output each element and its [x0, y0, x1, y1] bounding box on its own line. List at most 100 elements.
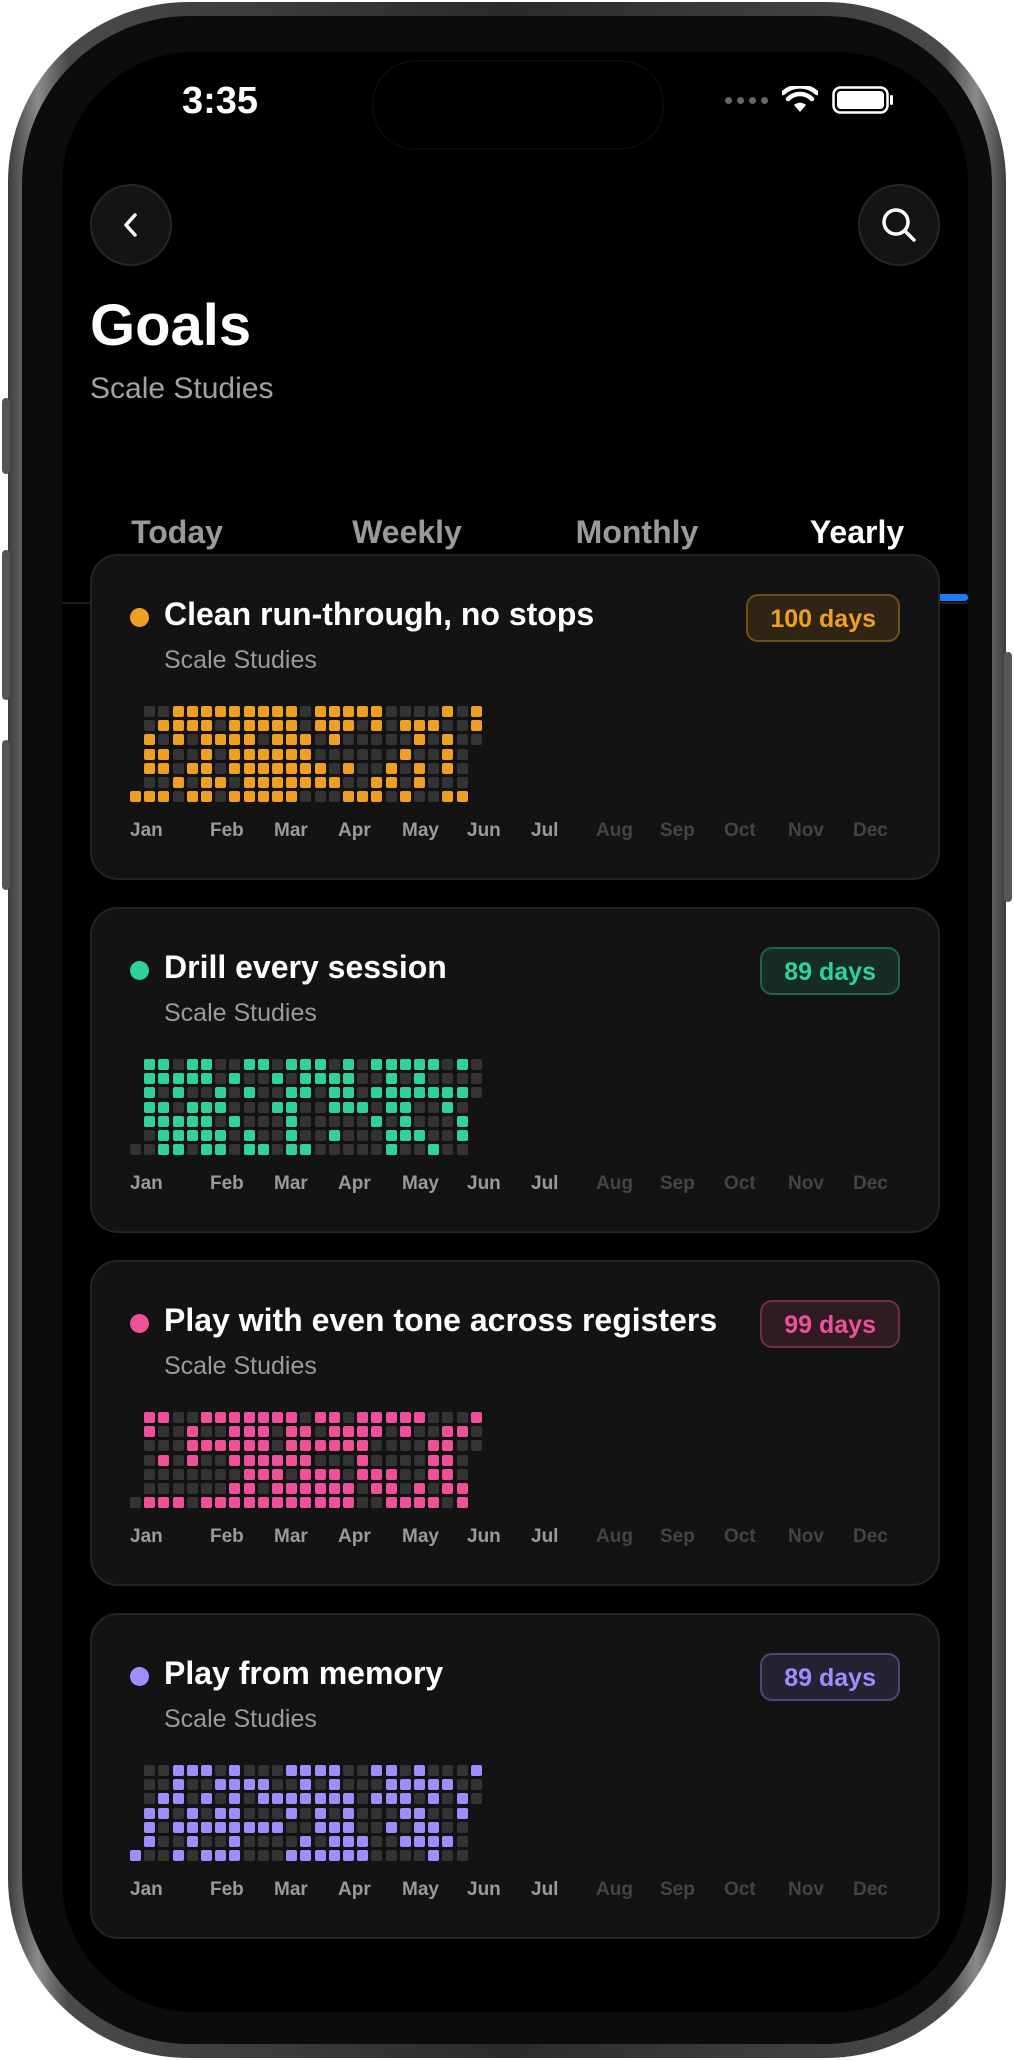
heatmap-day-cell [428, 1144, 440, 1156]
volume-up-button [2, 550, 10, 700]
heatmap-day-cell [385, 1059, 397, 1070]
month-label: Mar [274, 1173, 308, 1194]
goal-title: Clean run-through, no stops [164, 596, 595, 632]
heatmap-day-cell [357, 1059, 369, 1070]
heatmap-day-cell [470, 1440, 482, 1452]
heatmap-day-cell [314, 706, 326, 717]
heatmap-day-cell [343, 748, 354, 760]
heatmap-day-cell [314, 762, 326, 774]
cellular-signal-icon [725, 96, 768, 104]
heatmap-day-cell [414, 1454, 425, 1466]
heatmap-day-cell [243, 1130, 255, 1141]
month-label: Dec [853, 1526, 888, 1547]
month-label: Feb [210, 1173, 244, 1194]
streak-badge: 100 days [746, 594, 900, 642]
heatmap-day-cell [414, 1821, 425, 1833]
heatmap-day-cell [201, 748, 212, 760]
heatmap-day-cell [442, 1468, 454, 1480]
heatmap-day-cell [186, 706, 198, 717]
heatmap-day-cell [300, 1073, 312, 1085]
heatmap-day-cell [414, 748, 425, 760]
heatmap-day-cell [399, 1073, 411, 1085]
heatmap-day-cell [286, 1765, 298, 1776]
heatmap-day-cell [314, 1412, 326, 1423]
heatmap-day-cell [186, 1059, 198, 1070]
tab-yearly[interactable]: Yearly [746, 514, 968, 551]
heatmap-day-cell [300, 1059, 312, 1070]
month-label: Oct [724, 820, 756, 841]
heatmap-day-cell [371, 1412, 383, 1423]
heatmap-day-cell [442, 1483, 454, 1494]
back-button[interactable] [90, 184, 172, 266]
heatmap-day-cell [172, 1483, 184, 1494]
heatmap-day-cell [442, 1765, 454, 1776]
heatmap-day-cell [201, 1412, 212, 1423]
heatmap-day-cell [201, 1144, 212, 1156]
month-label: Jul [531, 820, 559, 841]
heatmap-day-cell [442, 1059, 454, 1070]
month-label: Dec [853, 1879, 888, 1900]
heatmap-day-cell [357, 734, 369, 746]
heatmap-day-cell [456, 1073, 468, 1085]
heatmap-day-cell [314, 1821, 326, 1833]
heatmap-day-cell [300, 762, 312, 774]
heatmap-day-cell [201, 1793, 212, 1805]
goal-card[interactable]: Play with even tone across registers Scal… [90, 1260, 940, 1586]
heatmap-day-cell [314, 1440, 326, 1452]
heatmap-day-cell [428, 777, 440, 788]
tab-today[interactable]: Today [62, 514, 292, 551]
heatmap-day-cell [328, 1779, 340, 1791]
heatmap-day-cell [456, 1483, 468, 1494]
heatmap-day-cell [286, 1454, 298, 1466]
month-label: Apr [338, 820, 371, 841]
heatmap-day-cell [158, 1793, 170, 1805]
heatmap-day-cell [456, 1426, 468, 1438]
heatmap-day-cell [357, 1483, 369, 1494]
search-button[interactable] [858, 184, 940, 266]
heatmap-day-cell [343, 777, 354, 788]
goal-color-dot [130, 961, 149, 980]
heatmap-day-cell [314, 1073, 326, 1085]
heatmap-day-cell [442, 1850, 454, 1862]
heatmap-day-cell [428, 1765, 440, 1776]
goal-card[interactable]: Drill every session Scale Studies 89 days J… [90, 907, 940, 1233]
tab-weekly[interactable]: Weekly [292, 514, 522, 551]
heatmap-day-cell [172, 1412, 184, 1423]
heatmap-day-cell [272, 1793, 283, 1805]
heatmap-day-cell [414, 1087, 425, 1099]
month-label: Jan [130, 820, 163, 841]
heatmap-day-cell [357, 1793, 369, 1805]
heatmap-day-cell [314, 1059, 326, 1070]
month-label: Jun [467, 1879, 501, 1900]
heatmap-day-cell [243, 791, 255, 803]
heatmap-day-cell [286, 1130, 298, 1141]
heatmap-day-cell [442, 706, 454, 717]
heatmap-day-cell [371, 1779, 383, 1791]
heatmap-day-cell [172, 1765, 184, 1776]
heatmap-day-cell [201, 1807, 212, 1819]
goal-card[interactable]: Clean run-through, no stops Scale Studies… [90, 554, 940, 880]
heatmap-day-cell [257, 1836, 269, 1847]
heatmap-day-cell [414, 1059, 425, 1070]
heatmap-day-cell [456, 1497, 468, 1509]
heatmap-day-cell [442, 1807, 454, 1819]
tab-monthly[interactable]: Monthly [522, 514, 752, 551]
heatmap-day-cell [428, 1087, 440, 1099]
heatmap-day-cell [314, 1765, 326, 1776]
heatmap-day-cell [442, 748, 454, 760]
heatmap-day-cell [286, 1836, 298, 1847]
heatmap-day-cell [357, 777, 369, 788]
heatmap-day-cell [428, 1454, 440, 1466]
heatmap-day-cell [215, 1836, 227, 1847]
heatmap-day-cell [470, 720, 482, 732]
goal-card[interactable]: Play from memory Scale Studies 89 days Jan F… [90, 1613, 940, 1939]
heatmap-day-cell [357, 1426, 369, 1438]
heatmap-day-cell [328, 1793, 340, 1805]
heatmap-day-cell [343, 1101, 354, 1113]
heatmap-day-cell [399, 777, 411, 788]
heatmap-day-cell [414, 1779, 425, 1791]
heatmap-day-cell [229, 1765, 241, 1776]
heatmap-day-cell [399, 1807, 411, 1819]
heatmap-day-cell [300, 1468, 312, 1480]
heatmap-day-cell [371, 1073, 383, 1085]
